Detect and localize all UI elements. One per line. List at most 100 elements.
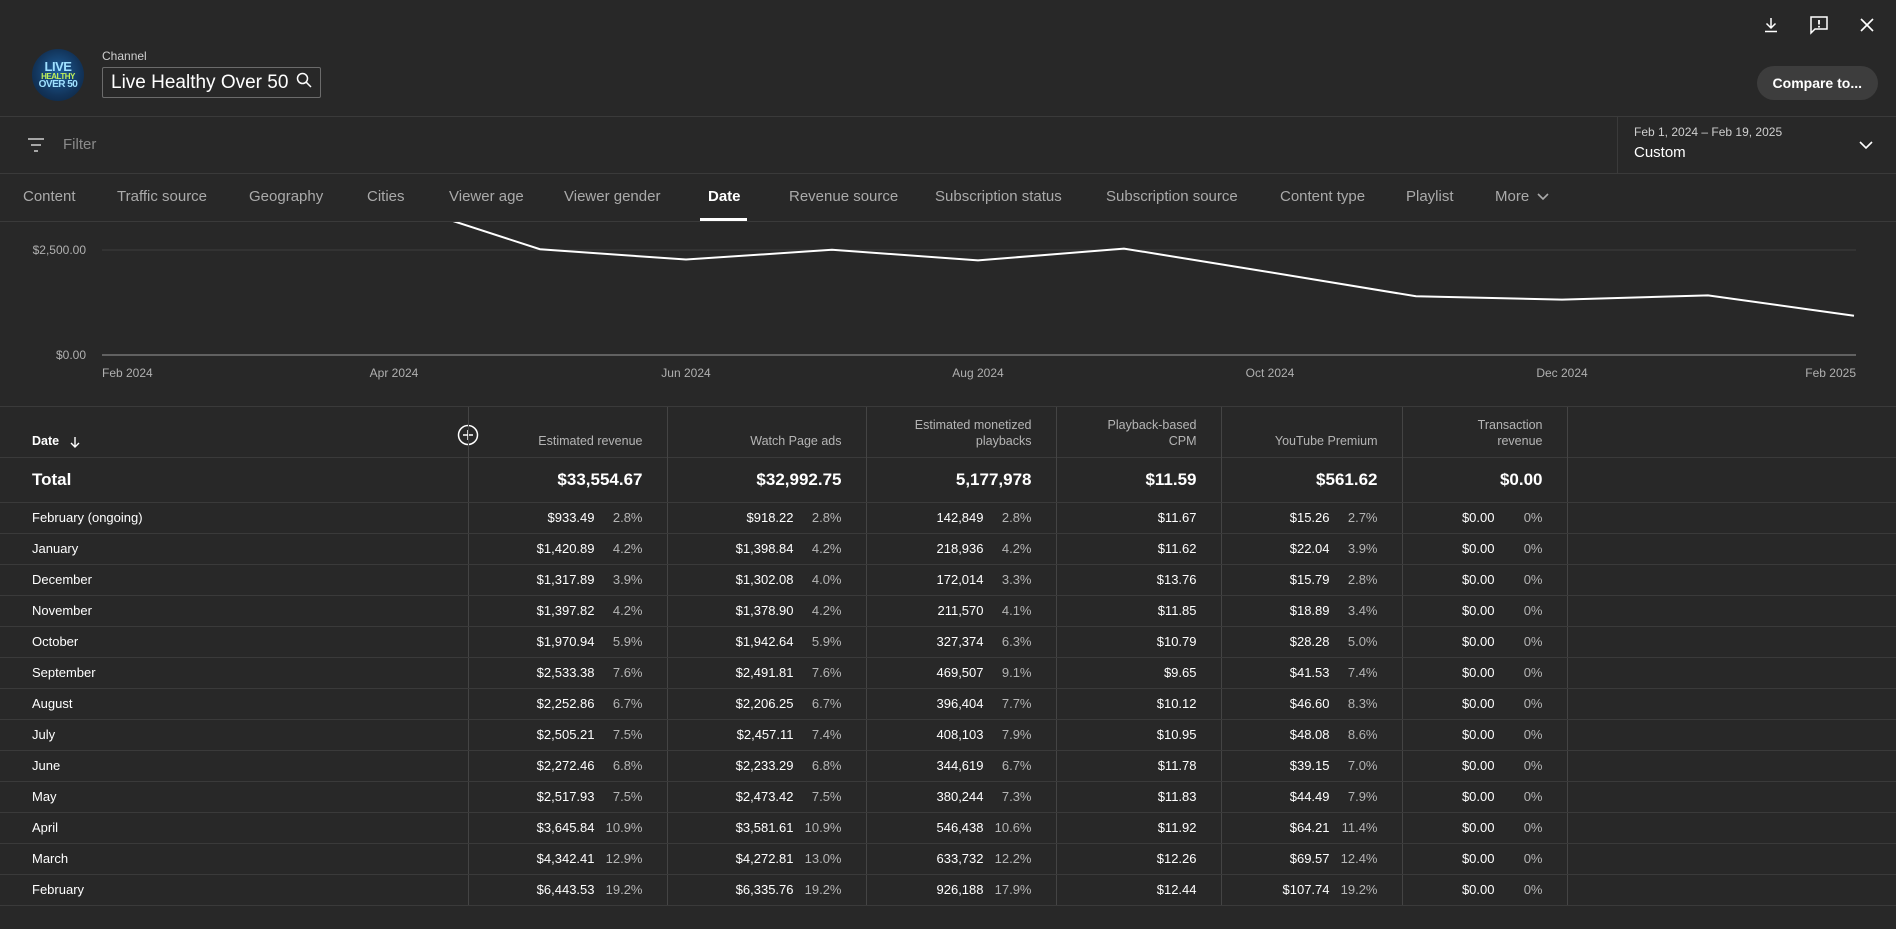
tab-viewer-gender[interactable]: Viewer gender bbox=[564, 188, 660, 205]
transaction-cell: $0.00 0% bbox=[1401, 874, 1567, 906]
tab-subscription-source[interactable]: Subscription source bbox=[1106, 188, 1238, 205]
row-empty bbox=[1566, 781, 1896, 813]
table-row[interactable]: November $1,397.82 4.2% $1,378.90 4.2% 211,57… bbox=[0, 595, 1896, 627]
close-icon[interactable] bbox=[1856, 14, 1878, 36]
transaction-value: $0.00 bbox=[1461, 882, 1495, 897]
premium-value: $107.74 bbox=[1282, 882, 1330, 897]
monetized-percent: 9.1% bbox=[1001, 665, 1032, 680]
row-empty bbox=[1566, 719, 1896, 751]
date-header-label: Date bbox=[32, 433, 60, 448]
header-youtube-premium[interactable]: YouTube Premium bbox=[1220, 407, 1402, 457]
tab-more[interactable]: More bbox=[1495, 188, 1550, 205]
table-row[interactable]: January $1,420.89 4.2% $1,398.84 4.2% 218,936… bbox=[0, 533, 1896, 565]
header-cpm[interactable]: Playback-based CPM bbox=[1055, 407, 1221, 457]
transaction-percent: 0% bbox=[1523, 882, 1543, 897]
transaction-value: $0.00 bbox=[1461, 634, 1495, 649]
tab-cities[interactable]: Cities bbox=[367, 188, 405, 205]
logo-line-1: LIVE bbox=[44, 59, 72, 75]
premium-percent: 12.4% bbox=[1340, 851, 1378, 866]
date-mode: Custom bbox=[1634, 144, 1686, 161]
est-revenue-value: $2,252.86 bbox=[536, 696, 595, 711]
table-row[interactable]: June $2,272.46 6.8% $2,233.29 6.8% 344,619 6.7… bbox=[0, 750, 1896, 782]
premium-cell: $69.57 12.4% bbox=[1220, 843, 1402, 875]
premium-value: $39.15 bbox=[1289, 758, 1330, 773]
channel-selector[interactable]: Live Healthy Over 50 bbox=[102, 67, 322, 98]
watch-ads-value: $2,473.42 bbox=[735, 789, 794, 804]
est-revenue-value: $4,342.41 bbox=[536, 851, 595, 866]
transaction-percent: 0% bbox=[1523, 789, 1543, 804]
monetized-value: 142,849 bbox=[936, 510, 984, 525]
table-row[interactable]: April $3,645.84 10.9% $3,581.61 10.9% 546,438… bbox=[0, 812, 1896, 844]
feedback-icon[interactable] bbox=[1808, 14, 1830, 36]
table-row[interactable]: February (ongoing) $933.49 2.8% $918.22 2.8%… bbox=[0, 502, 1896, 534]
tab-geography[interactable]: Geography bbox=[249, 188, 323, 205]
tab-revenue-source[interactable]: Revenue source bbox=[789, 188, 898, 205]
monetized-percent: 4.2% bbox=[1001, 541, 1032, 556]
header-est-revenue[interactable]: Estimated revenue bbox=[467, 407, 667, 457]
row-empty bbox=[1566, 533, 1896, 565]
cpm-value: $9.65 bbox=[1055, 657, 1221, 689]
transaction-value: $0.00 bbox=[1461, 603, 1495, 618]
est-revenue-value: $2,517.93 bbox=[536, 789, 595, 804]
table-row[interactable]: March $4,342.41 12.9% $4,272.81 13.0% 633,732… bbox=[0, 843, 1896, 875]
table-row[interactable]: May $2,517.93 7.5% $2,473.42 7.5% 380,244 7.3%… bbox=[0, 781, 1896, 813]
watch-ads-cell: $2,233.29 6.8% bbox=[666, 750, 866, 782]
tab-date[interactable]: Date bbox=[708, 188, 741, 205]
transaction-value: $0.00 bbox=[1461, 665, 1495, 680]
tab-subscription-status[interactable]: Subscription status bbox=[935, 188, 1062, 205]
header-monetized-playbacks[interactable]: Estimated monetized playbacks bbox=[865, 407, 1056, 457]
download-icon[interactable] bbox=[1760, 14, 1782, 36]
watch-ads-percent: 4.2% bbox=[811, 603, 842, 618]
header-transaction-revenue[interactable]: Transaction revenue bbox=[1401, 407, 1567, 457]
monetized-value: 633,732 bbox=[936, 851, 984, 866]
premium-percent: 5.0% bbox=[1347, 634, 1378, 649]
filter-input[interactable]: Filter bbox=[63, 136, 96, 153]
est-revenue-cell: $2,533.38 7.6% bbox=[467, 657, 667, 689]
cpm-value: $10.95 bbox=[1055, 719, 1221, 751]
search-icon[interactable] bbox=[296, 72, 312, 93]
est-revenue-cell: $1,970.94 5.9% bbox=[467, 626, 667, 658]
x-tick-label: Apr 2024 bbox=[370, 366, 419, 380]
table-row[interactable]: December $1,317.89 3.9% $1,302.08 4.0% 172,01… bbox=[0, 564, 1896, 596]
premium-cell: $64.21 11.4% bbox=[1220, 812, 1402, 844]
tab-viewer-age[interactable]: Viewer age bbox=[449, 188, 524, 205]
date-header[interactable]: Date bbox=[0, 407, 468, 457]
est-revenue-value: $933.49 bbox=[547, 510, 595, 525]
transaction-percent: 0% bbox=[1523, 541, 1543, 556]
monetized-cell: 211,570 4.1% bbox=[865, 595, 1056, 627]
premium-cell: $44.49 7.9% bbox=[1220, 781, 1402, 813]
row-empty bbox=[1566, 626, 1896, 658]
premium-cell: $15.26 2.7% bbox=[1220, 502, 1402, 534]
premium-value: $15.79 bbox=[1289, 572, 1330, 587]
premium-cell: $48.08 8.6% bbox=[1220, 719, 1402, 751]
channel-logo: LIVE HEALTHY OVER 50 bbox=[32, 49, 84, 101]
filter-icon[interactable] bbox=[26, 136, 46, 159]
transaction-percent: 0% bbox=[1523, 727, 1543, 742]
watch-ads-cell: $1,398.84 4.2% bbox=[666, 533, 866, 565]
table-row[interactable]: August $2,252.86 6.7% $2,206.25 6.7% 396,404 7… bbox=[0, 688, 1896, 720]
table-row[interactable]: July $2,505.21 7.5% $2,457.11 7.4% 408,103 7.9… bbox=[0, 719, 1896, 751]
tab-content[interactable]: Content bbox=[23, 188, 76, 205]
tab-traffic-source[interactable]: Traffic source bbox=[117, 188, 207, 205]
compare-button[interactable]: Compare to... bbox=[1756, 66, 1878, 100]
date-range-picker[interactable]: Feb 1, 2024 – Feb 19, 2025 Custom bbox=[1617, 117, 1896, 174]
table-row[interactable]: February $6,443.53 19.2% $6,335.76 19.2% 926,… bbox=[0, 874, 1896, 906]
premium-value: $15.26 bbox=[1289, 510, 1330, 525]
est-revenue-percent: 6.8% bbox=[612, 758, 643, 773]
table-row[interactable]: October $1,970.94 5.9% $1,942.64 5.9% 327,374… bbox=[0, 626, 1896, 658]
watch-ads-cell: $1,302.08 4.0% bbox=[666, 564, 866, 596]
est-revenue-percent: 19.2% bbox=[605, 882, 643, 897]
premium-cell: $18.89 3.4% bbox=[1220, 595, 1402, 627]
monetized-cell: 546,438 10.6% bbox=[865, 812, 1056, 844]
table-row[interactable]: September $2,533.38 7.6% $2,491.81 7.6% 469,5… bbox=[0, 657, 1896, 689]
est-revenue-percent: 7.5% bbox=[612, 727, 643, 742]
premium-cell: $46.60 8.3% bbox=[1220, 688, 1402, 720]
tab-content-type[interactable]: Content type bbox=[1280, 188, 1365, 205]
header-watch-ads[interactable]: Watch Page ads bbox=[666, 407, 866, 457]
est-revenue-percent: 7.6% bbox=[612, 665, 643, 680]
monetized-value: 396,404 bbox=[936, 696, 984, 711]
row-date: December bbox=[0, 564, 468, 596]
tab-playlist[interactable]: Playlist bbox=[1406, 188, 1454, 205]
premium-percent: 3.9% bbox=[1347, 541, 1378, 556]
row-empty bbox=[1566, 564, 1896, 596]
